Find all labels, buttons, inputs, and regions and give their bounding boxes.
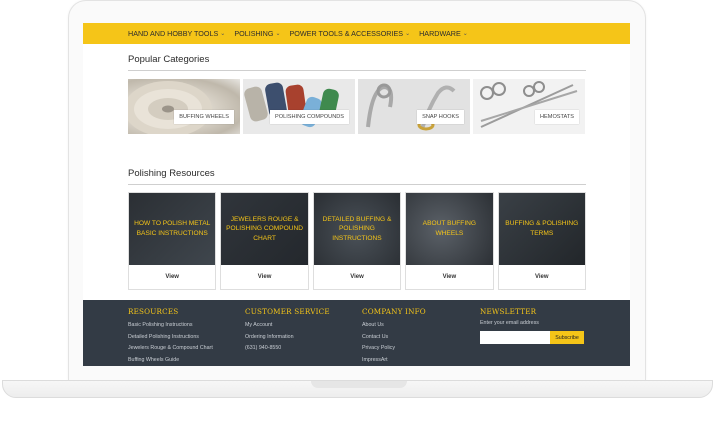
- nav-label: HAND AND HOBBY TOOLS: [128, 29, 219, 38]
- footer-heading: CUSTOMER SERVICE: [245, 307, 330, 316]
- category-grid: BUFFING WHEELS POLISHING COMPOUNDS SNAP …: [128, 79, 586, 134]
- view-link[interactable]: View: [314, 265, 400, 289]
- footer-link[interactable]: Buffing Wheels Guide: [128, 355, 213, 367]
- footer-heading: COMPANY INFO: [362, 307, 426, 316]
- footer-link[interactable]: Jewelers Rouge & Compound Chart: [128, 343, 213, 355]
- subscribe-button[interactable]: Subscribe: [550, 331, 584, 344]
- view-link[interactable]: View: [406, 265, 492, 289]
- footer-heading: RESOURCES: [128, 307, 179, 316]
- polishing-resources-title: Polishing Resources: [128, 158, 586, 185]
- polishing-compounds-image: [243, 79, 355, 134]
- footer-link[interactable]: My Account: [245, 320, 330, 332]
- footer-resources: RESOURCES Basic Polishing Instructions D…: [128, 307, 213, 366]
- nav-hardware[interactable]: HARDWARE ⌄: [419, 29, 468, 38]
- newsletter-form: Subscribe: [480, 331, 584, 344]
- chevron-down-icon: ⌄: [462, 31, 468, 37]
- view-link[interactable]: View: [221, 265, 307, 289]
- chevron-down-icon: ⌄: [220, 31, 226, 37]
- view-link[interactable]: View: [499, 265, 585, 289]
- footer-link[interactable]: Detailed Polishing Instructions: [128, 332, 213, 344]
- resource-image: HOW TO POLISH METAL BASIC INSTRUCTIONS: [129, 193, 216, 265]
- footer-customer-service: CUSTOMER SERVICE My Account Ordering Inf…: [245, 307, 330, 355]
- footer-link[interactable]: Privacy Policy: [362, 343, 426, 355]
- hemostats-image: [473, 79, 585, 134]
- chevron-down-icon: ⌄: [405, 31, 411, 37]
- browser-screen: HAND AND HOBBY TOOLS ⌄ POLISHING ⌄ POWER…: [83, 23, 630, 366]
- resources-grid: HOW TO POLISH METAL BASIC INSTRUCTIONS V…: [128, 192, 586, 290]
- chevron-down-icon: ⌄: [275, 31, 281, 37]
- resource-card[interactable]: ABOUT BUFFING WHEELS View: [405, 192, 494, 290]
- resource-title: DETAILED BUFFING & POLISHING INSTRUCTION…: [322, 215, 392, 242]
- footer-newsletter: NEWSLETTER Enter your email address Subs…: [480, 307, 584, 344]
- nav-polishing[interactable]: POLISHING ⌄: [234, 29, 280, 38]
- category-snap-hooks[interactable]: SNAP HOOKS: [358, 79, 470, 134]
- nav-label: POWER TOOLS & ACCESSORIES: [289, 29, 404, 38]
- laptop-notch: [311, 381, 407, 388]
- category-buffing-wheels[interactable]: BUFFING WHEELS: [128, 79, 240, 134]
- newsletter-email-input[interactable]: [480, 331, 550, 344]
- site-footer: RESOURCES Basic Polishing Instructions D…: [83, 300, 630, 366]
- category-hemostats[interactable]: HEMOSTATS: [473, 79, 585, 134]
- snap-hooks-image: [358, 79, 470, 134]
- category-label: HEMOSTATS: [535, 110, 579, 124]
- category-label: POLISHING COMPOUNDS: [270, 110, 349, 124]
- category-label: SNAP HOOKS: [417, 110, 464, 124]
- resource-card[interactable]: DETAILED BUFFING & POLISHING INSTRUCTION…: [312, 192, 402, 290]
- resource-title: BUFFING & POLISHING TERMS: [505, 220, 579, 237]
- buffing-wheels-image: [128, 79, 240, 134]
- main-content: Popular Categories BUFFING WHEELS POLISH…: [128, 44, 586, 290]
- resource-card[interactable]: BUFFING & POLISHING TERMS View: [497, 192, 586, 290]
- newsletter-label: Enter your email address: [480, 320, 539, 326]
- nav-hand-hobby-tools[interactable]: HAND AND HOBBY TOOLS ⌄: [128, 29, 225, 38]
- nav-label: HARDWARE: [419, 29, 461, 38]
- footer-link[interactable]: ImpressArt: [362, 355, 426, 367]
- nav-label: POLISHING: [234, 29, 274, 38]
- laptop-base: [2, 380, 713, 398]
- resource-image: ABOUT BUFFING WHEELS: [406, 193, 493, 265]
- footer-link[interactable]: About Us: [362, 320, 426, 332]
- resource-card[interactable]: HOW TO POLISH METAL BASIC INSTRUCTIONS V…: [128, 192, 217, 290]
- laptop-mockup: HAND AND HOBBY TOOLS ⌄ POLISHING ⌄ POWER…: [0, 0, 715, 430]
- resource-image: BUFFING & POLISHING TERMS: [498, 193, 585, 265]
- footer-link[interactable]: (631) 940-8550: [245, 343, 330, 355]
- view-link[interactable]: View: [129, 265, 215, 289]
- footer-link[interactable]: Basic Polishing Instructions: [128, 320, 213, 332]
- main-nav: HAND AND HOBBY TOOLS ⌄ POLISHING ⌄ POWER…: [83, 23, 630, 44]
- popular-categories-title: Popular Categories: [128, 44, 586, 71]
- category-polishing-compounds[interactable]: POLISHING COMPOUNDS: [243, 79, 355, 134]
- footer-link[interactable]: Contact Us: [362, 332, 426, 344]
- resource-card[interactable]: JEWELERS ROUGE & POLISHING COMPOUND CHAR…: [220, 192, 309, 290]
- resource-title: ABOUT BUFFING WHEELS: [422, 220, 477, 237]
- footer-company-info: COMPANY INFO About Us Contact Us Privacy…: [362, 307, 426, 366]
- resource-title: JEWELERS ROUGE & POLISHING COMPOUND CHAR…: [226, 215, 304, 242]
- nav-power-tools[interactable]: POWER TOOLS & ACCESSORIES ⌄: [290, 29, 411, 38]
- resource-image: DETAILED BUFFING & POLISHING INSTRUCTION…: [313, 193, 401, 265]
- resource-title: HOW TO POLISH METAL BASIC INSTRUCTIONS: [134, 220, 211, 237]
- footer-link[interactable]: Ordering Information: [245, 332, 330, 344]
- footer-heading: NEWSLETTER: [480, 307, 537, 316]
- resource-image: JEWELERS ROUGE & POLISHING COMPOUND CHAR…: [221, 193, 308, 265]
- category-label: BUFFING WHEELS: [174, 110, 234, 124]
